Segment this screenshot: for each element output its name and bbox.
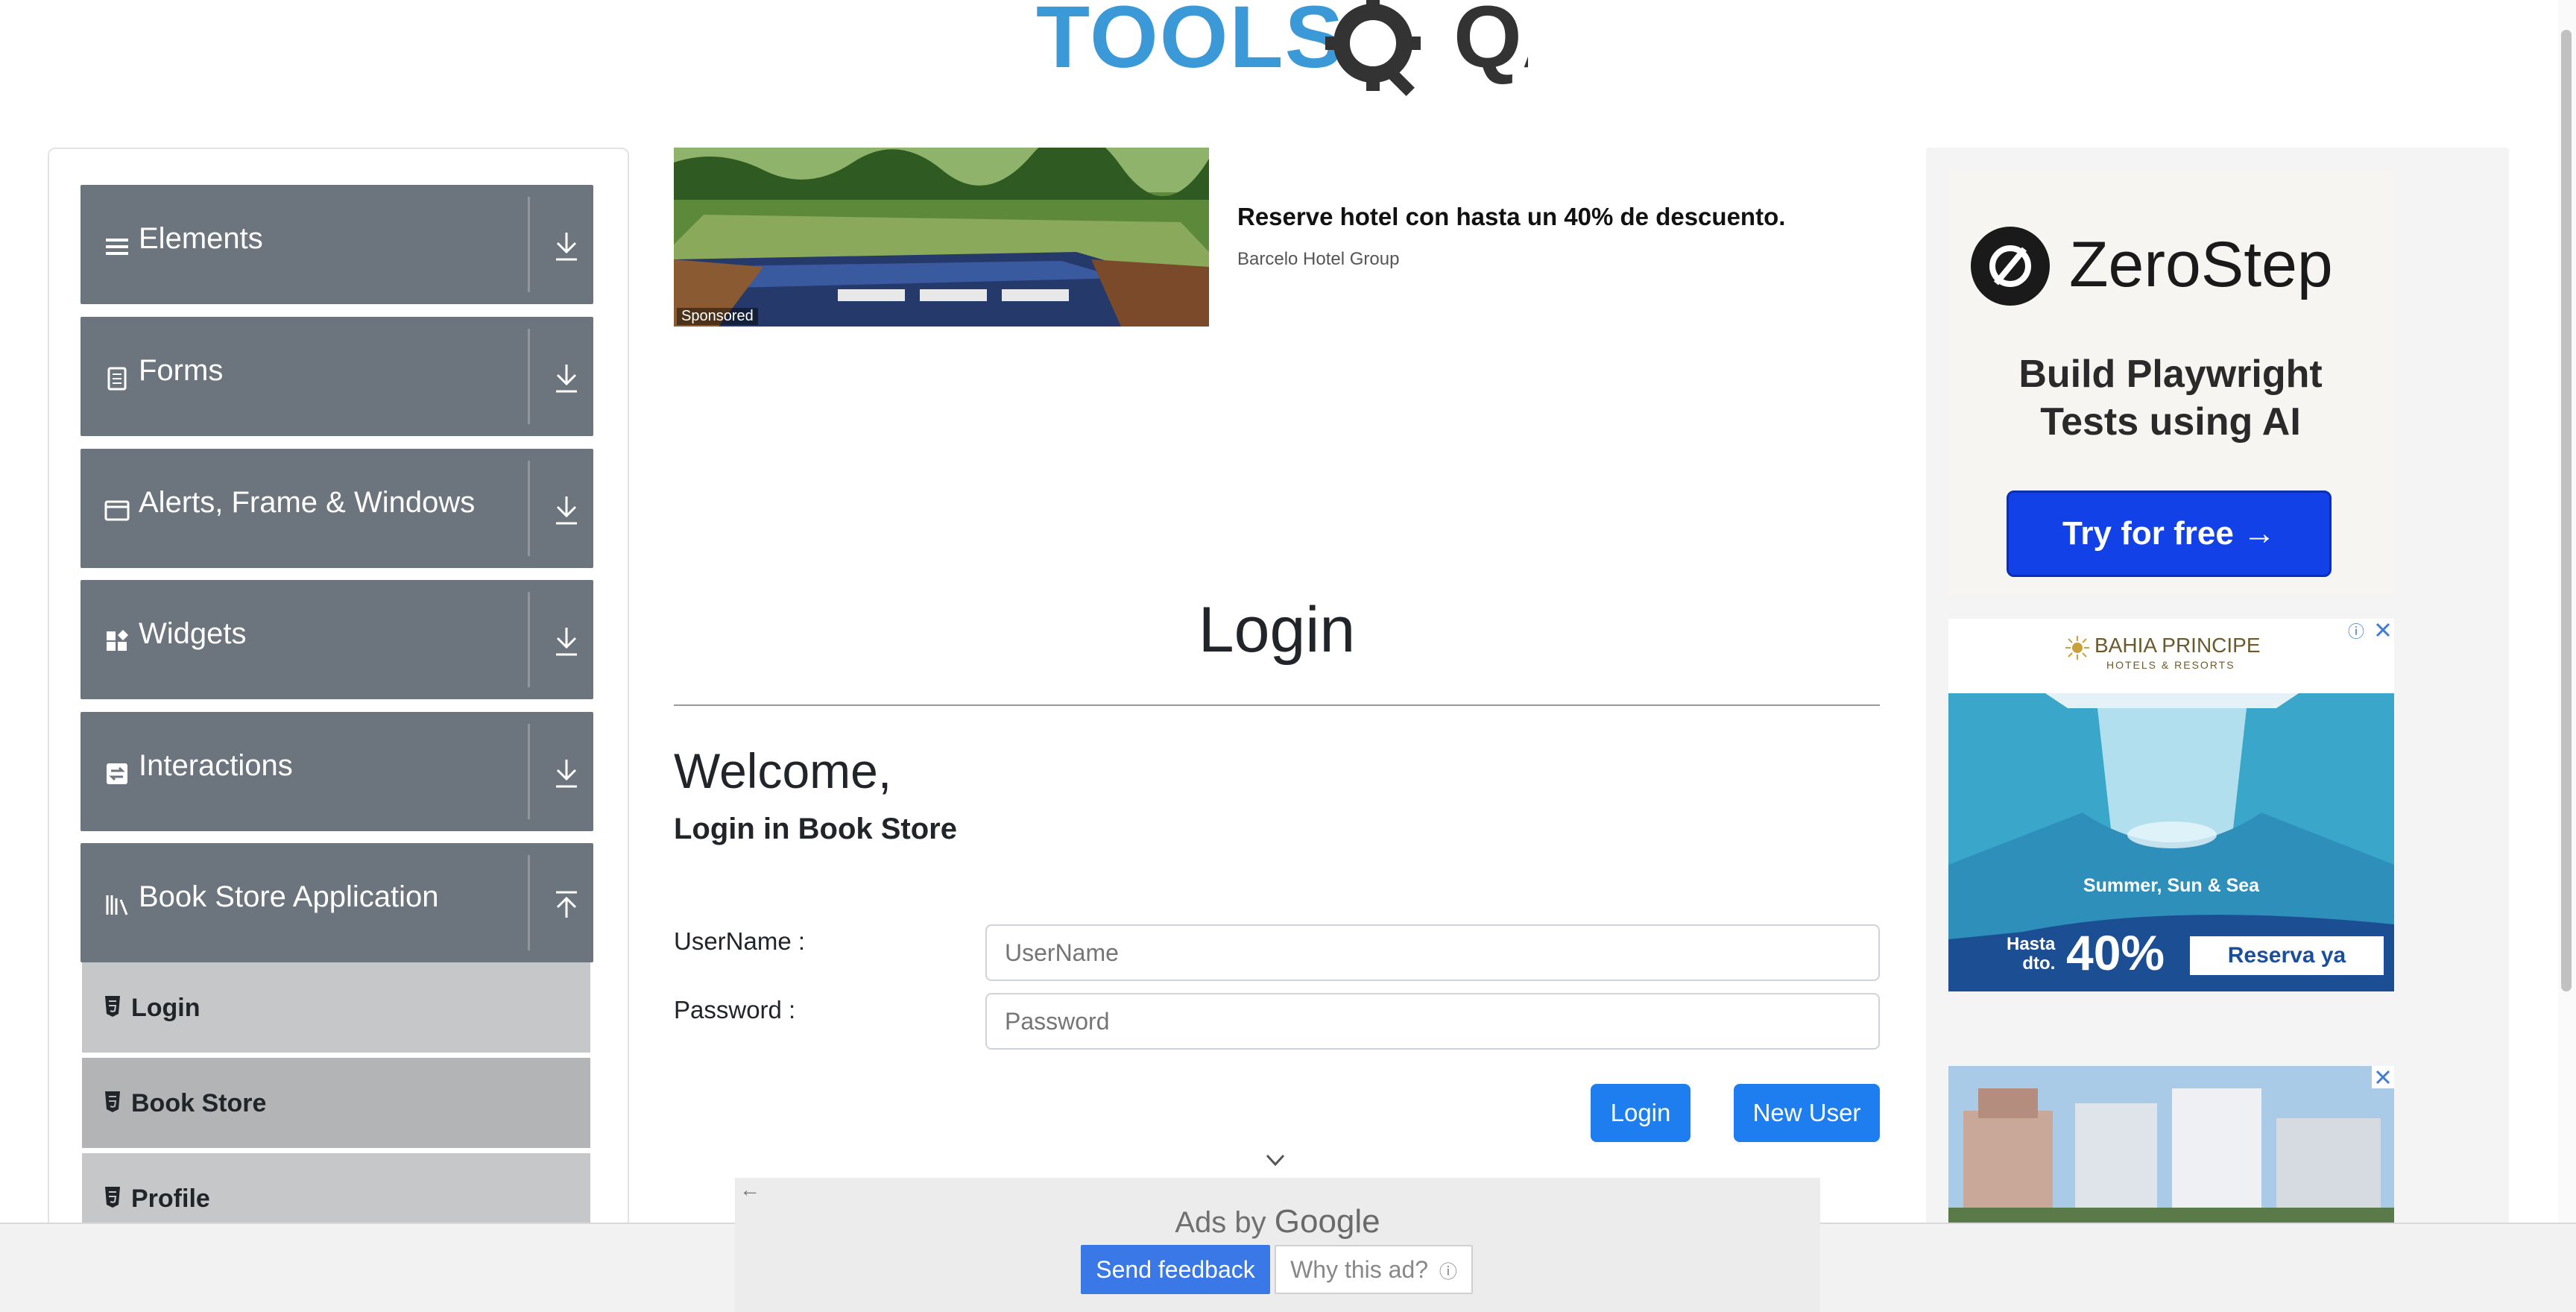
scrollbar-thumb[interactable] — [2561, 30, 2572, 991]
bahia-tagline: Summer, Sun & Sea — [2083, 875, 2260, 896]
why-this-ad-label: Why this ad? — [1290, 1255, 1429, 1283]
menu-icon — [106, 239, 128, 255]
sponsored-label: Sponsored — [677, 308, 758, 325]
send-feedback-button[interactable]: Send feedback — [1081, 1245, 1270, 1294]
divider — [528, 592, 530, 687]
logo-qa-text: QA — [1453, 0, 1528, 86]
html5-icon — [105, 996, 120, 1017]
divider — [528, 329, 530, 424]
zerostep-tagline: Build Playwright Tests using AI — [1948, 350, 2393, 446]
back-arrow-icon[interactable]: ← — [739, 1178, 760, 1202]
bahia-reserve-button[interactable]: Reserva ya — [2188, 935, 2385, 977]
ads-by-google-label: Ads by Google — [735, 1203, 1820, 1240]
sidebar-group-label: Book Store Application — [139, 880, 439, 913]
logo-tools-text: TOOLS — [1036, 0, 1345, 86]
window-icon — [104, 500, 130, 521]
document-icon — [107, 367, 127, 391]
username-label: UserName : — [674, 927, 806, 955]
html5-icon — [105, 1187, 120, 1208]
bahia-discount-prefix: Hasta dto. — [2007, 935, 2055, 974]
sidebar-group-label: Interactions — [139, 749, 293, 782]
sidebar-group-interactions[interactable]: Interactions — [80, 712, 593, 831]
sidebar-item-label: Profile — [131, 1185, 210, 1213]
divider — [528, 724, 530, 819]
zerostep-logo-icon — [1971, 227, 2050, 306]
zerostep-tagline-line2: Tests using AI — [2040, 400, 2301, 444]
swap-icon — [107, 763, 127, 784]
ads-by-text: Ads by — [1175, 1206, 1266, 1239]
download-arrow-icon[interactable] — [552, 362, 581, 394]
close-icon[interactable] — [2372, 619, 2394, 641]
bahia-hasta-line1: Hasta — [2007, 934, 2056, 954]
hotel-pool-image — [674, 148, 1209, 327]
sidebar-group-widgets[interactable]: Widgets — [80, 580, 593, 699]
html5-icon — [105, 1091, 120, 1112]
bahia-discount-percent: 40% — [2066, 925, 2165, 980]
divider — [528, 197, 530, 292]
books-icon — [106, 895, 128, 915]
google-wordmark: Google — [1274, 1203, 1380, 1240]
city-ad[interactable] — [1948, 1066, 2394, 1230]
sidebar-group-alerts[interactable]: Alerts, Frame & Windows — [80, 449, 593, 568]
welcome-heading: Welcome, — [674, 743, 892, 798]
divider — [528, 855, 530, 950]
widgets-icon — [107, 629, 129, 651]
title-divider — [674, 704, 1880, 706]
zerostep-tagline-line1: Build Playwright — [2018, 353, 2323, 396]
password-input[interactable] — [985, 993, 1880, 1050]
sidebar-item-login[interactable]: Login — [82, 962, 590, 1055]
upload-arrow-icon[interactable] — [552, 888, 581, 921]
sidebar-group-elements[interactable]: Elements — [80, 185, 593, 304]
zerostep-try-button[interactable]: Try for free → — [2007, 491, 2332, 577]
city-buildings-image — [1948, 1066, 2394, 1230]
download-arrow-icon[interactable] — [552, 625, 581, 657]
bahia-sun-icon — [2065, 636, 2089, 660]
sidebar-item-label: Book Store — [131, 1089, 267, 1117]
hotel-ad-image[interactable]: Sponsored — [674, 148, 1209, 327]
sidebar-item-label: Login — [131, 994, 201, 1022]
ad-advertiser[interactable]: Barcelo Hotel Group — [1237, 249, 1399, 270]
why-this-ad-button[interactable]: Why this ad? ⓘ — [1275, 1245, 1473, 1294]
sidebar-group-book-store-application[interactable]: Book Store Application — [80, 843, 593, 962]
zerostep-brand: ZeroStep — [2069, 229, 2333, 300]
ad-info-icon[interactable]: ⓘ — [2348, 619, 2364, 643]
sidebar-group-forms[interactable]: Forms — [80, 317, 593, 436]
download-arrow-icon[interactable] — [552, 230, 581, 262]
sidebar-item-book-store[interactable]: Book Store — [82, 1058, 590, 1150]
username-input[interactable] — [985, 924, 1880, 981]
chevron-down-icon[interactable] — [1264, 1151, 1287, 1169]
sidebar-group-label: Alerts, Frame & Windows — [139, 486, 476, 519]
ad-headline[interactable]: Reserve hotel con hasta un 40% de descue… — [1237, 203, 1785, 231]
bahia-hasta-line2: dto. — [2022, 953, 2056, 974]
password-label: Password : — [674, 996, 796, 1024]
download-arrow-icon[interactable] — [552, 493, 581, 526]
new-user-button[interactable]: New User — [1734, 1084, 1880, 1142]
bahia-brand-sub: HOTELS & RESORTS — [2106, 659, 2235, 671]
sidebar-group-label: Widgets — [139, 617, 247, 650]
login-subheading: Login in Book Store — [674, 813, 957, 845]
sidebar-group-label: Elements — [139, 222, 263, 255]
bahia-brand: BAHIA PRINCIPE — [2094, 634, 2261, 657]
info-icon: ⓘ — [1439, 1261, 1457, 1282]
page-title: Login — [1198, 594, 1356, 666]
divider — [528, 461, 530, 556]
close-icon[interactable] — [2372, 1066, 2394, 1088]
sidebar-group-label: Forms — [139, 354, 224, 387]
login-button[interactable]: Login — [1591, 1084, 1690, 1142]
download-arrow-icon[interactable] — [552, 757, 581, 789]
toolsqa-logo[interactable]: TOOLS QA — [1036, 0, 1528, 97]
